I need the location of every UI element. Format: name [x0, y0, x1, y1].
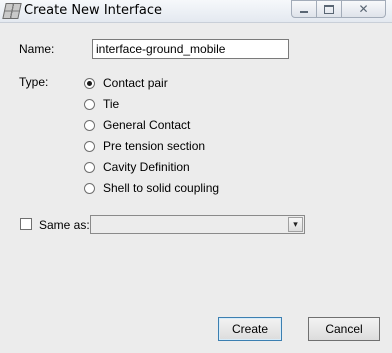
minimize-icon — [300, 11, 308, 13]
create-button[interactable]: Create — [218, 317, 282, 341]
window-title: Create New Interface — [24, 3, 163, 18]
same-as-label: Same as: — [39, 218, 90, 232]
radio-button[interactable] — [84, 77, 95, 89]
cancel-button[interactable]: Cancel — [308, 317, 380, 341]
chevron-down-icon[interactable]: ▾ — [288, 217, 303, 232]
radio-button[interactable] — [84, 98, 95, 110]
title-bar[interactable]: Create New Interface ✕ — [0, 0, 392, 23]
name-label: Name: — [19, 42, 55, 56]
radio-contact-pair[interactable]: Contact pair — [84, 75, 168, 91]
maximize-button[interactable] — [317, 0, 342, 18]
same-as-checkbox[interactable] — [20, 218, 32, 230]
type-label: Type: — [19, 75, 49, 89]
minimize-button[interactable] — [291, 0, 317, 18]
radio-tie[interactable]: Tie — [84, 96, 119, 112]
radio-button[interactable] — [84, 119, 95, 131]
radio-button[interactable] — [84, 140, 95, 152]
radio-pre-tension-section[interactable]: Pre tension section — [84, 138, 205, 154]
radio-shell-to-solid-coupling[interactable]: Shell to solid coupling — [84, 180, 219, 196]
create-new-interface-dialog: Create New Interface ✕ Name: Type: Conta… — [0, 0, 392, 353]
close-icon: ✕ — [358, 2, 369, 16]
maximize-icon — [324, 4, 334, 14]
radio-label: General Contact — [103, 118, 191, 132]
window-controls: ✕ — [291, 0, 386, 18]
radio-label: Contact pair — [103, 76, 168, 90]
close-button[interactable]: ✕ — [342, 0, 386, 18]
radio-button[interactable] — [84, 182, 95, 194]
same-as-dropdown[interactable]: ▾ — [90, 215, 305, 234]
radio-label: Tie — [103, 97, 120, 111]
radio-button[interactable] — [84, 161, 95, 173]
radio-label: Shell to solid coupling — [103, 181, 220, 195]
app-icon — [2, 3, 22, 19]
radio-label: Pre tension section — [103, 139, 206, 153]
radio-general-contact[interactable]: General Contact — [84, 117, 190, 133]
radio-label: Cavity Definition — [103, 160, 190, 174]
name-input[interactable] — [92, 39, 289, 59]
radio-cavity-definition[interactable]: Cavity Definition — [84, 159, 190, 175]
